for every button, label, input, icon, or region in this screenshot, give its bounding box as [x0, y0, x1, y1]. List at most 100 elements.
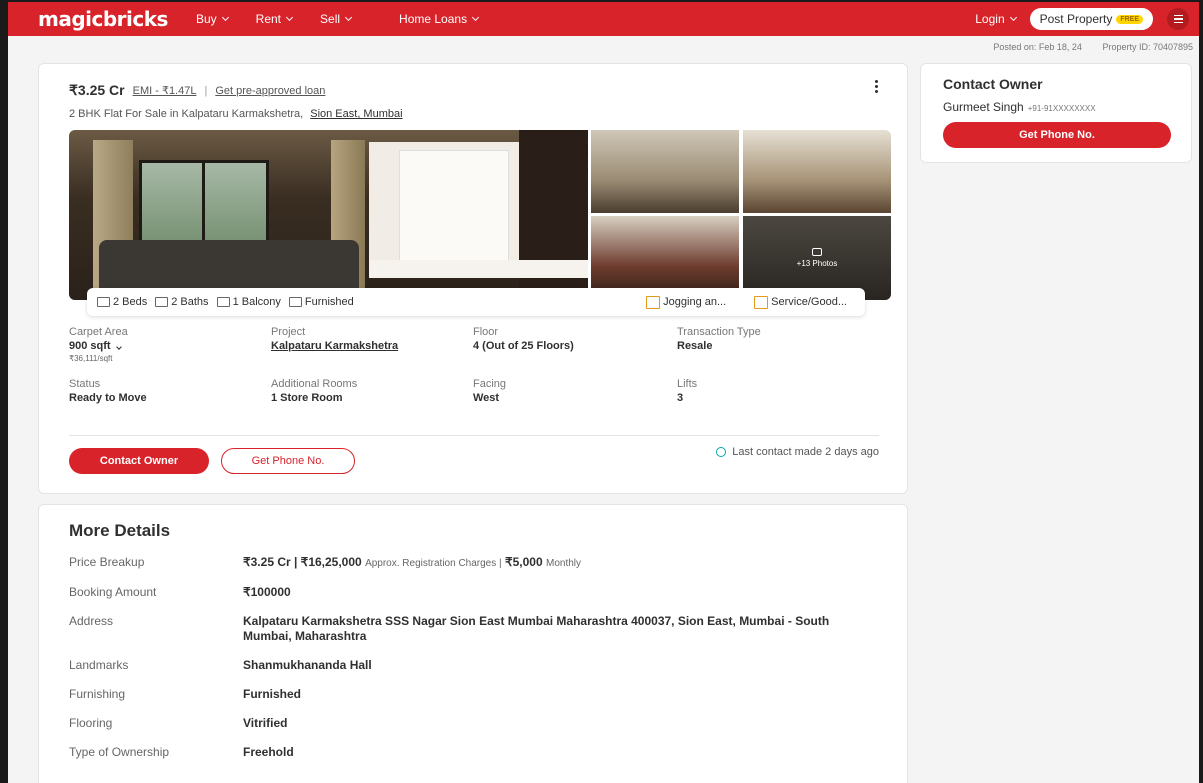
contact-owner-title: Contact Owner — [943, 76, 1043, 92]
chevron-down-icon — [221, 13, 229, 22]
detail-label: Furnishing — [69, 687, 126, 701]
login-button[interactable]: Login — [975, 12, 1017, 26]
detail-row-booking-amount: Booking Amount ₹100000 — [69, 585, 877, 600]
pre-approved-loan-link[interactable]: Get pre-approved loan — [215, 85, 325, 97]
detail-label: Landmarks — [69, 658, 129, 672]
spec-label: Status — [69, 378, 101, 390]
owner-phone: +91-91XXXXXXXX — [1027, 104, 1096, 113]
owner-get-phone-button[interactable]: Get Phone No. — [943, 122, 1171, 148]
spec-carpet-area: Carpet Area 900 sqft ₹36,111/sqft — [69, 326, 128, 363]
detail-row-flooring: Flooring Vitrified — [69, 716, 877, 731]
spec-label: Transaction Type — [677, 326, 761, 338]
detail-value: Kalpataru Karmakshetra SSS Nagar Sion Ea… — [243, 614, 830, 643]
feature-service-lift[interactable]: Service/Good... — [754, 295, 847, 309]
spec-label: Facing — [473, 378, 507, 390]
more-details-title: More Details — [69, 521, 171, 540]
user-icon — [716, 447, 727, 457]
listing-price: ₹3.25 Cr — [69, 82, 125, 98]
posted-on: Posted on: Feb 18, 24 — [993, 42, 1082, 52]
spec-additional-rooms: Additional Rooms 1 Store Room — [271, 378, 357, 404]
feature-label: Service/Good... — [771, 296, 847, 308]
project-link[interactable]: Kalpataru Karmakshetra — [271, 340, 398, 352]
nav-buy[interactable]: Buy — [195, 12, 229, 26]
nav-home-loans-label: Home Loans — [399, 12, 468, 26]
detail-label: Type of Ownership — [69, 745, 170, 759]
detail-label: Flooring — [69, 716, 113, 730]
monthly-charge: ₹5,000 — [504, 555, 543, 569]
chevron-down-icon — [285, 13, 294, 22]
free-badge: FREE — [1116, 14, 1143, 24]
carpet-area-value: 900 sqft — [69, 340, 111, 352]
camera-icon — [812, 248, 822, 256]
detail-row-furnishing: Furnishing Furnished — [69, 687, 877, 702]
detail-row-address: Address Kalpataru Karmakshetra SSS Nagar… — [69, 614, 877, 644]
amenity-furnished: Furnished — [288, 296, 354, 308]
amenity-baths: 2 Baths — [155, 296, 209, 308]
spec-label: Lifts — [677, 378, 698, 390]
gallery-photo[interactable] — [743, 130, 891, 213]
amenity-label: 2 Beds — [113, 296, 148, 308]
amenity-beds: 2 Beds — [97, 296, 147, 308]
photo-detail — [369, 260, 588, 278]
contact-owner-button[interactable]: Contact Owner — [69, 448, 209, 474]
chevron-down-icon — [344, 13, 353, 22]
feature-label: Jogging an... — [663, 296, 727, 308]
spec-label: Project — [271, 326, 306, 338]
feature-jogging[interactable]: Jogging an... — [646, 295, 727, 309]
price-per-sqft: ₹36,111/sqft — [69, 354, 113, 363]
nav-rent[interactable]: Rent — [255, 12, 294, 26]
login-label: Login — [975, 12, 1005, 26]
detail-row-price-breakup: Price Breakup ₹3.25 Cr | ₹16,25,000 Appr… — [69, 555, 877, 571]
more-options-icon[interactable] — [875, 80, 879, 93]
spec-floor: Floor 4 (Out of 25 Floors) — [473, 326, 574, 352]
nav-sell[interactable]: Sell — [320, 12, 353, 26]
monthly-label: Monthly — [545, 558, 581, 569]
spec-label: Additional Rooms — [271, 378, 358, 390]
spec-label: Carpet Area — [69, 326, 128, 338]
get-phone-button[interactable]: Get Phone No. — [221, 448, 355, 474]
gallery-photo[interactable] — [591, 130, 739, 213]
amenity-label: 2 Baths — [171, 296, 209, 308]
site-logo[interactable]: magicbricks — [38, 7, 168, 31]
location-link[interactable]: Sion East, Mumbai — [310, 108, 402, 120]
hamburger-menu-icon[interactable] — [1167, 8, 1189, 30]
contact-owner-card: Contact Owner Gurmeet Singh +91-91XXXXXX… — [920, 63, 1192, 163]
photo-gallery: +13 Photos — [69, 130, 891, 300]
last-contact-text: Last contact made 2 days ago — [732, 446, 879, 458]
nav-home-loans[interactable]: Home Loans — [399, 12, 480, 26]
service-lift-icon — [754, 295, 769, 309]
spec-value: Resale — [677, 340, 713, 352]
detail-row-landmarks: Landmarks Shanmukhananda Hall — [69, 658, 877, 673]
main-photo[interactable] — [69, 130, 588, 300]
listing-card: ₹3.25 Cr EMI - ₹1.47L | Get pre-approved… — [38, 63, 908, 494]
spec-transaction-type: Transaction Type Resale — [677, 326, 761, 352]
price-row: ₹3.25 Cr EMI - ₹1.47L | Get pre-approved… — [69, 82, 325, 99]
post-property-button[interactable]: Post Property FREE — [1029, 8, 1153, 30]
chevron-down-icon — [1009, 13, 1017, 22]
amenity-bar: 2 Beds 2 Baths 1 Balcony Furnished Joggi… — [87, 288, 865, 316]
spec-value[interactable]: 900 sqft — [69, 340, 128, 352]
nav-buy-label: Buy — [195, 12, 217, 26]
amenity-label: 1 Balcony — [232, 296, 281, 308]
nav-rent-label: Rent — [255, 12, 282, 26]
emi-link[interactable]: EMI - ₹1.47L — [133, 84, 197, 97]
price-breakup-main: ₹3.25 Cr | ₹16,25,000 — [243, 555, 362, 569]
more-photos-count: +13 Photos — [796, 259, 838, 268]
spec-value: 1 Store Room — [271, 392, 343, 404]
spec-value: 3 — [677, 392, 684, 404]
top-nav: magicbricks Buy Rent Sell Home Loans Log… — [8, 2, 1199, 36]
chevron-down-icon — [115, 344, 122, 350]
owner-info: Gurmeet Singh +91-91XXXXXXXX — [943, 100, 1169, 114]
spec-status: Status Ready to Move — [69, 378, 147, 404]
detail-value: Furnished — [243, 687, 302, 701]
post-property-label: Post Property — [1039, 12, 1113, 26]
detail-value: Shanmukhananda Hall — [243, 658, 372, 672]
detail-value: Freehold — [243, 745, 294, 759]
property-id: Property ID: 70407895 — [1102, 42, 1193, 52]
amenity-balcony: 1 Balcony — [216, 296, 281, 308]
spec-label: Floor — [473, 326, 499, 338]
spec-value: West — [473, 392, 500, 404]
detail-label: Booking Amount — [69, 585, 157, 599]
jogging-icon — [646, 295, 661, 309]
detail-label: Address — [69, 614, 114, 628]
